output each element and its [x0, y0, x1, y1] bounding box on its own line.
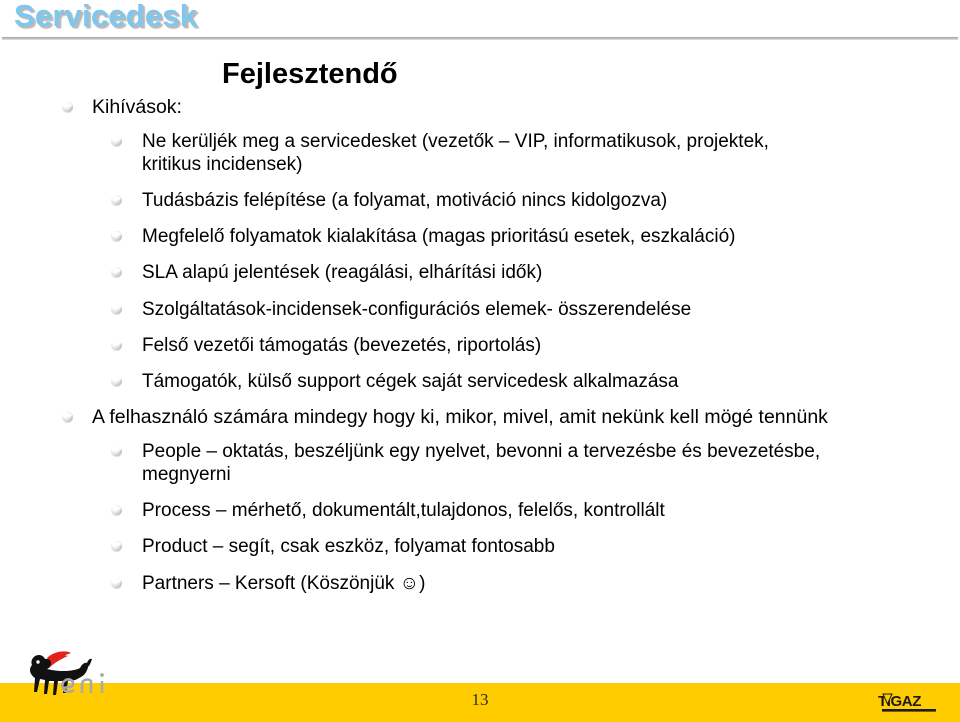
- slide: Servicedesk Fejlesztendő Kihívások: Ne k…: [0, 0, 960, 722]
- list-item: Támogatók, külső support cégek saját ser…: [0, 370, 960, 393]
- bullet-orb-icon: [111, 339, 122, 351]
- list-item: Megfelelő folyamatok kialakítása (magas …: [0, 225, 960, 248]
- list-item-label: A felhasználó számára mindegy hogy ki, m…: [92, 406, 828, 429]
- list-item-label: Ne kerüljék meg a servicedesket (vezetők…: [142, 130, 769, 175]
- list-item: Ne kerüljék meg a servicedesket (vezetők…: [0, 130, 960, 176]
- bullet-orb-icon: [111, 267, 122, 279]
- bullet-orb-icon: [111, 445, 122, 457]
- list-item: Product – segít, csak eszköz, folyamat f…: [0, 535, 960, 558]
- tigaz-logo: TIGAZ: [878, 691, 942, 715]
- list-item-label: Kihívások:: [92, 96, 182, 118]
- list-item: Kihívások:: [0, 96, 960, 120]
- bullet-list: Kihívások: Ne kerüljék meg a servicedesk…: [0, 96, 960, 608]
- list-item-label: Product – segít, csak eszköz, folyamat f…: [142, 536, 555, 558]
- bullet-orb-icon: [111, 231, 122, 243]
- bullet-orb-icon: [111, 577, 122, 589]
- list-item-label: Tudásbázis felépítése (a folyamat, motiv…: [142, 190, 668, 212]
- header-divider: [2, 37, 958, 40]
- list-item-label: People – oktatás, beszéljünk egy nyelvet…: [142, 440, 821, 486]
- eni-logo: [18, 643, 158, 705]
- slide-header: Servicedesk: [0, 0, 960, 44]
- list-item-label: SLA alapú jelentések (reagálási, elhárít…: [142, 262, 543, 284]
- bullet-orb-icon: [111, 135, 122, 147]
- list-item: Partners – Kersoft (Köszönjük ☺): [0, 572, 960, 595]
- bullet-orb-icon: [62, 102, 73, 113]
- list-item: Felső vezetői támogatás (bevezetés, ripo…: [0, 334, 960, 357]
- list-item-label: Felső vezetői támogatás (bevezetés, ripo…: [142, 334, 542, 356]
- bullet-orb-icon: [111, 195, 122, 207]
- list-item-label: Process – mérhető, dokumentált,tulajdono…: [142, 500, 665, 522]
- bullet-orb-icon: [111, 541, 122, 553]
- list-item: People – oktatás, beszéljünk egy nyelvet…: [0, 440, 960, 486]
- list-item: Tudásbázis felépítése (a folyamat, motiv…: [0, 189, 960, 212]
- tigaz-logo-icon: TIGAZ: [878, 693, 936, 712]
- list-item: SLA alapú jelentések (reagálási, elhárít…: [0, 261, 960, 284]
- page-title: Fejlesztendő: [222, 58, 398, 90]
- list-item: Szolgáltatások-incidensek-configurációs …: [0, 298, 960, 321]
- bullet-orb-icon: [111, 303, 122, 315]
- list-item: Process – mérhető, dokumentált,tulajdono…: [0, 499, 960, 522]
- list-item-label: Szolgáltatások-incidensek-configurációs …: [142, 298, 692, 320]
- list-item-label: Megfelelő folyamatok kialakítása (magas …: [142, 226, 736, 248]
- bullet-orb-icon: [62, 412, 73, 424]
- bullet-orb-icon: [111, 375, 122, 387]
- bullet-orb-icon: [111, 505, 122, 517]
- list-item-label: Partners – Kersoft (Köszönjük ☺): [142, 572, 426, 594]
- list-item: A felhasználó számára mindegy hogy ki, m…: [0, 406, 960, 430]
- brand-title: Servicedesk: [14, 0, 198, 33]
- eni-logo-icon: [30, 651, 104, 695]
- list-item-label: Támogatók, külső support cégek saját ser…: [142, 370, 679, 392]
